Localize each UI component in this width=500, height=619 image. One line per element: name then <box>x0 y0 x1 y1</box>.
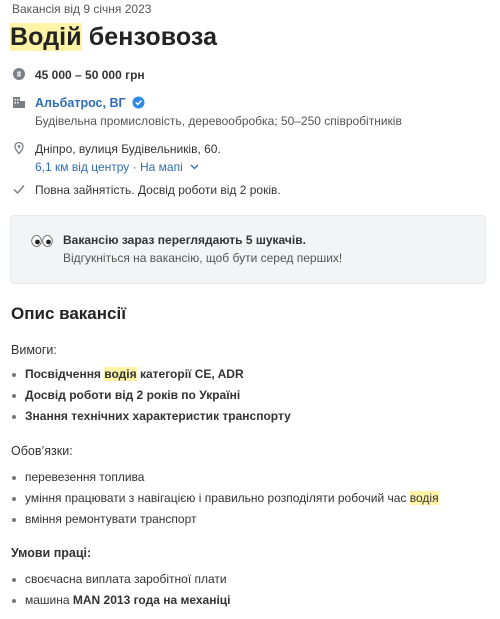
salary-row: 45 000 – 50 000 грн <box>12 66 145 84</box>
company-row: Альбатрос, ВГ Будівельна промисловість, … <box>12 94 402 130</box>
requirements-label: Вимоги: <box>11 343 57 357</box>
notice-title: Вакансію зараз переглядають 5 шукачів. <box>63 233 306 247</box>
verified-badge-icon <box>132 96 145 109</box>
conditions-label: Умови праці: <box>11 546 92 560</box>
salary-value: 45 000 – 50 000 грн <box>35 68 145 82</box>
description-heading: Опис вакансії <box>11 304 126 323</box>
duties-label: Обов’язки: <box>11 444 73 458</box>
viewers-notice: Вакансію зараз переглядають 5 шукачів. В… <box>10 215 486 284</box>
check-icon <box>13 185 25 195</box>
requirements-list: Посвідчення водія категорії CE, ADR Досв… <box>11 364 291 427</box>
employment-row: Повна зайнятість. Досвід роботи від 2 ро… <box>12 181 281 199</box>
notice-subtitle: Відгукніться на вакансію, щоб бути серед… <box>63 251 343 265</box>
company-description: Будівельна промисловість, деревообробка;… <box>35 114 402 128</box>
employment-text: Повна зайнятість. Досвід роботи від 2 ро… <box>35 183 281 197</box>
title-rest: бензовоза <box>81 23 218 51</box>
address: Дніпро, вулиця Будівельників, 60. <box>35 142 221 156</box>
coin-icon <box>13 68 25 80</box>
link-separator: · <box>129 160 140 174</box>
list-item: Знання технічних характеристик транспорт… <box>11 406 291 427</box>
list-item: машина MAN 2013 года на механіці <box>11 590 231 611</box>
map-pin-icon <box>14 141 24 155</box>
building-icon <box>13 97 25 108</box>
location-row: Дніпро, вулиця Будівельників, 60. 6,1 км… <box>12 140 221 176</box>
map-link[interactable]: На мапі <box>140 160 183 174</box>
list-item: Досвід роботи від 2 років по Україні <box>11 385 291 406</box>
list-item: вміння ремонтувати транспорт <box>11 509 439 530</box>
eyes-icon <box>31 235 53 247</box>
list-item: своєчасна виплата заробітної плати <box>11 569 231 590</box>
distance-link[interactable]: 6,1 км від центру <box>35 160 129 174</box>
conditions-list: своєчасна виплата заробітної плати машин… <box>11 569 231 611</box>
posted-date: Вакансія від 9 січня 2023 <box>12 2 152 16</box>
company-link[interactable]: Альбатрос, ВГ <box>35 96 126 110</box>
list-item: перевезення топлива <box>11 467 439 488</box>
list-item: уміння працювати з навігацією і правильн… <box>11 488 439 509</box>
duties-list: перевезення топлива уміння працювати з н… <box>11 467 439 530</box>
chevron-down-icon[interactable] <box>190 164 199 170</box>
title-highlight: Водій <box>10 23 82 51</box>
job-title: Водій бензовоза <box>10 23 217 52</box>
list-item: Посвідчення водія категорії CE, ADR <box>11 364 291 385</box>
